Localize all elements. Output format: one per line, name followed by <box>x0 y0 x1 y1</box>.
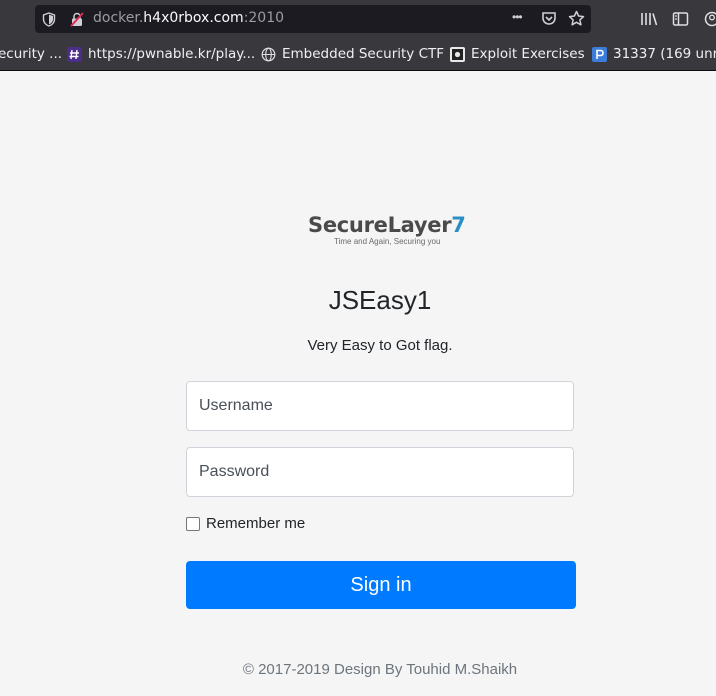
bookmark-label: Embedded Security CTF <box>282 46 445 62</box>
footer-copyright: © 2017-2019 Design By Touhid M.Shaikh <box>242 661 518 678</box>
bookmark-label: Exploit Exercises <box>471 46 585 62</box>
logo-wordmark: SecureLayer7 <box>308 213 466 237</box>
bookmark-label: 31337 (169 unre <box>613 46 716 62</box>
bookmarks-toolbar: ecurity ... https://pwnable.kr/play... E… <box>0 41 716 69</box>
sidebar-toggle-icon[interactable] <box>672 11 689 27</box>
bookmark-item[interactable]: 31337 (169 unre <box>592 46 716 62</box>
bookmark-item[interactable]: Embedded Security CTF <box>261 46 444 62</box>
url-prefix: docker. <box>93 10 144 26</box>
account-icon[interactable] <box>704 11 716 27</box>
star-bookmark-icon[interactable] <box>568 10 585 27</box>
url-host: h4x0rbox.com <box>143 10 244 26</box>
url-bar[interactable]: docker.h4x0rbox.com:2010 ••• <box>35 5 591 33</box>
insecure-lock-icon[interactable] <box>70 12 84 27</box>
sign-in-button[interactable]: Sign in <box>186 561 576 609</box>
password-input[interactable] <box>186 447 574 497</box>
remember-checkbox[interactable] <box>186 516 200 531</box>
ee-icon <box>450 46 465 62</box>
url-text[interactable]: docker.h4x0rbox.com:2010 <box>93 10 284 26</box>
logo-main-text: SecureLayer <box>308 213 452 237</box>
shield-icon[interactable] <box>42 12 56 27</box>
remember-me[interactable]: Remember me <box>186 515 305 532</box>
bookmark-label: https://pwnable.kr/play... <box>88 46 256 62</box>
more-actions-icon[interactable]: ••• <box>512 10 523 24</box>
p-icon <box>592 46 607 62</box>
bookmark-item[interactable]: Exploit Exercises <box>450 46 585 62</box>
bookmark-label: ecurity ... <box>0 46 63 62</box>
securelayer7-logo: SecureLayer7 Time and Again, Securing yo… <box>308 213 466 253</box>
library-icon[interactable] <box>640 11 658 27</box>
browser-chrome: docker.h4x0rbox.com:2010 ••• ecurity ... <box>0 0 716 71</box>
logo-tagline: Time and Again, Securing you <box>334 237 441 246</box>
url-port: :2010 <box>243 10 285 26</box>
page-subtitle: Very Easy to Got flag. <box>307 337 453 354</box>
remember-label: Remember me <box>206 515 306 532</box>
bookmark-item[interactable]: https://pwnable.kr/play... <box>67 46 255 62</box>
pocket-icon[interactable] <box>541 11 557 26</box>
page-content: SecureLayer7 Time and Again, Securing yo… <box>0 71 716 696</box>
globe-icon <box>261 47 276 61</box>
hash-icon <box>67 46 82 62</box>
username-input[interactable] <box>186 381 574 431</box>
logo-seven: 7 <box>451 213 466 237</box>
bookmark-item[interactable]: ecurity ... <box>0 46 62 62</box>
page-title: JSEasy1 <box>328 285 432 315</box>
